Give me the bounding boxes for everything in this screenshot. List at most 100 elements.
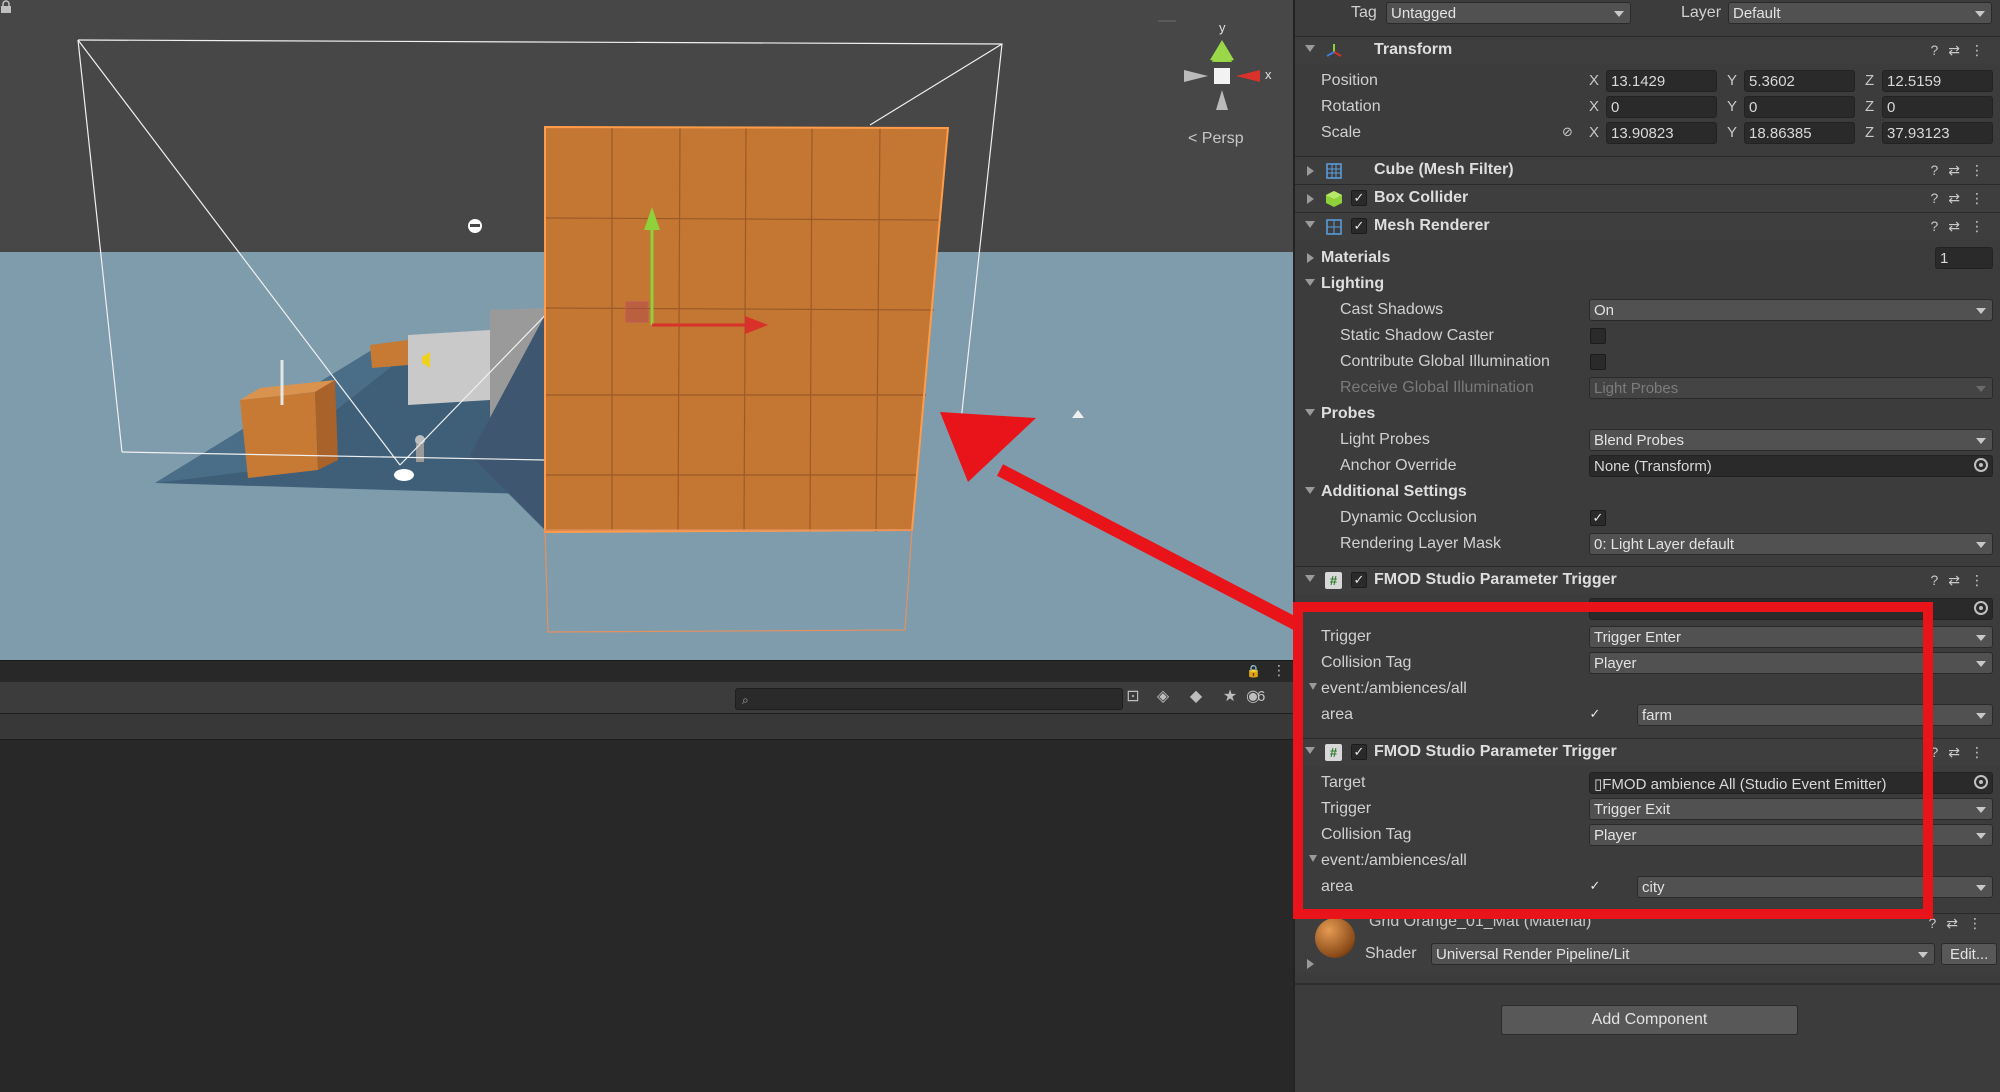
position-x-field[interactable]: 13.1429 — [1606, 70, 1717, 92]
rendering-layer-dropdown[interactable]: 0: Light Layer default — [1589, 533, 1993, 555]
fmod2-target-field[interactable]: ▯FMOD ambience All (Studio Event Emitter… — [1589, 772, 1993, 794]
panel-menu-icon[interactable]: ⋮ — [1272, 662, 1286, 679]
foldout-icon[interactable] — [1305, 45, 1315, 52]
foldout-icon[interactable] — [1307, 166, 1314, 176]
axis-x-label: X — [1589, 124, 1600, 141]
additional-settings-row[interactable]: Additional Settings — [1295, 479, 2000, 505]
fmod2-area-checkbox[interactable]: ✓ — [1587, 879, 1603, 895]
fmod-trigger-2-header[interactable]: # ✓ FMOD Studio Parameter Trigger ?⇄⋮ — [1295, 738, 2000, 766]
lighting-row[interactable]: Lighting — [1295, 271, 2000, 297]
tag-dropdown[interactable]: Untagged — [1386, 2, 1631, 24]
mesh-renderer-icon — [1326, 219, 1342, 235]
tag-layer-row: Tag Untagged Layer Default — [1295, 2, 2000, 28]
fmod-trigger-2-enabled-checkbox[interactable]: ✓ — [1351, 744, 1367, 760]
fmod1-area-dropdown[interactable]: farm — [1637, 704, 1993, 726]
shader-edit-button[interactable]: Edit... — [1941, 943, 1998, 965]
fmod1-event-row[interactable]: event:/ambiences/all — [1295, 676, 2000, 702]
fmod2-area-dropdown[interactable]: city — [1637, 876, 1993, 898]
contribute-gi-checkbox[interactable] — [1590, 354, 1606, 370]
fmod2-area-row: area ✓ city — [1295, 874, 2000, 900]
lock-icon[interactable] — [0, 0, 12, 14]
foldout-icon[interactable] — [1305, 575, 1315, 582]
mesh-filter-header[interactable]: Cube (Mesh Filter) ?⇄⋮ — [1295, 156, 2000, 184]
position-y-field[interactable]: 5.3602 — [1744, 70, 1855, 92]
search-input[interactable]: ⌕ — [735, 688, 1123, 710]
anchor-override-field[interactable]: None (Transform) — [1589, 455, 1993, 477]
gizmo-y-label: y — [1219, 20, 1226, 35]
layer-dropdown[interactable]: Default — [1728, 2, 1992, 24]
scene-view[interactable]: y x < Persp — [0, 0, 1293, 660]
fmod1-area-row: area ✓ farm — [1295, 702, 2000, 728]
chevron-down-icon — [1976, 542, 1986, 548]
position-z-field[interactable]: 12.5159 — [1882, 70, 1993, 92]
dynamic-occlusion-checkbox[interactable]: ✓ — [1590, 510, 1606, 526]
foldout-icon[interactable] — [1305, 279, 1315, 286]
mesh-grid-icon — [1326, 163, 1342, 179]
fmod1-trigger-dropdown[interactable]: Trigger Enter — [1589, 626, 1993, 648]
fmod2-trigger-dropdown[interactable]: Trigger Exit — [1589, 798, 1993, 820]
panel-lock-icon[interactable]: 🔒 — [1246, 664, 1261, 678]
object-picker-icon[interactable] — [1974, 601, 1988, 615]
scale-row: Scale ⊘ X 13.90823 Y 18.86385 Z 37.93123 — [1295, 120, 2000, 146]
rotation-y-field[interactable]: 0 — [1744, 96, 1855, 118]
box-collider-header[interactable]: ✓ Box Collider ?⇄⋮ — [1295, 184, 2000, 212]
foldout-icon[interactable] — [1305, 409, 1315, 416]
static-shadow-checkbox[interactable] — [1590, 328, 1606, 344]
foldout-icon[interactable] — [1305, 747, 1315, 754]
search-by-type-icon[interactable]: ⊡ — [1120, 686, 1146, 708]
scale-y-field[interactable]: 18.86385 — [1744, 122, 1855, 144]
foldout-icon[interactable] — [1307, 253, 1314, 263]
shader-dropdown[interactable]: Universal Render Pipeline/Lit — [1431, 943, 1935, 965]
scale-x-field[interactable]: 13.90823 — [1606, 122, 1717, 144]
panel-tab-bar — [0, 660, 1293, 682]
materials-row[interactable]: Materials 1 — [1295, 245, 2000, 271]
foldout-icon[interactable] — [1307, 194, 1314, 204]
fmod1-collision-tag-label: Collision Tag — [1321, 654, 1412, 671]
box-collider-enabled-checkbox[interactable]: ✓ — [1351, 190, 1367, 206]
fmod-trigger-1-header[interactable]: # ✓ FMOD Studio Parameter Trigger ?⇄⋮ — [1295, 566, 2000, 594]
add-component-button[interactable]: Add Component — [1501, 1005, 1798, 1035]
component-header-icons[interactable]: ?⇄⋮ — [1930, 42, 1994, 59]
fmod2-event-row[interactable]: event:/ambiences/all — [1295, 848, 2000, 874]
foldout-icon[interactable] — [1305, 221, 1315, 228]
fmod-trigger-1-enabled-checkbox[interactable]: ✓ — [1351, 572, 1367, 588]
component-header-icons[interactable]: ?⇄⋮ — [1930, 744, 1994, 761]
scale-z-field[interactable]: 37.93123 — [1882, 122, 1993, 144]
component-header-icons[interactable]: ?⇄⋮ — [1928, 915, 1992, 932]
cast-shadows-dropdown[interactable]: On — [1589, 299, 1993, 321]
component-header-icons[interactable]: ?⇄⋮ — [1930, 218, 1994, 235]
fmod2-collision-tag-dropdown[interactable]: Player — [1589, 824, 1993, 846]
filter-type-icon[interactable]: ◈ — [1150, 686, 1176, 708]
constrain-proportions-icon[interactable]: ⊘ — [1562, 124, 1573, 140]
filter-label-icon[interactable]: ◆ — [1183, 686, 1209, 708]
rotation-row: Rotation X 0 Y 0 Z 0 — [1295, 94, 2000, 120]
light-probes-dropdown[interactable]: Blend Probes — [1589, 429, 1993, 451]
foldout-icon[interactable] — [1307, 959, 1314, 969]
mesh-renderer-header[interactable]: ✓ Mesh Renderer ?⇄⋮ — [1295, 212, 2000, 240]
chevron-down-icon — [1918, 952, 1928, 958]
component-header-icons[interactable]: ?⇄⋮ — [1930, 190, 1994, 207]
fmod1-area-checkbox[interactable]: ✓ — [1587, 707, 1603, 723]
probes-row[interactable]: Probes — [1295, 401, 2000, 427]
object-picker-icon[interactable] — [1974, 775, 1988, 789]
rotation-z-field[interactable]: 0 — [1882, 96, 1993, 118]
object-picker-icon[interactable] — [1974, 458, 1988, 472]
component-header-icons[interactable]: ?⇄⋮ — [1930, 162, 1994, 179]
persp-label[interactable]: < Persp — [1188, 130, 1244, 148]
fmod1-target-field[interactable] — [1589, 598, 1993, 620]
cast-shadows-label: Cast Shadows — [1340, 301, 1444, 318]
transform-header[interactable]: Transform ?⇄⋮ — [1295, 36, 2000, 64]
foldout-icon[interactable] — [1309, 683, 1317, 690]
fmod1-target-row — [1295, 598, 2000, 624]
box-collider-icon — [1326, 191, 1342, 207]
mesh-renderer-enabled-checkbox[interactable]: ✓ — [1351, 218, 1367, 234]
rotation-x-field[interactable]: 0 — [1606, 96, 1717, 118]
foldout-icon[interactable] — [1309, 855, 1317, 862]
chevron-down-icon — [1975, 11, 1985, 17]
component-header-icons[interactable]: ?⇄⋮ — [1930, 572, 1994, 589]
project-panel: 🔒 ⋮ ⌕ ⊡ ◈ ◆ ★ ◉ 6 — [0, 660, 1293, 1092]
foldout-icon[interactable] — [1305, 487, 1315, 494]
fmod1-collision-tag-dropdown[interactable]: Player — [1589, 652, 1993, 674]
scene-render[interactable]: y x — [0, 0, 1293, 660]
materials-count-field[interactable]: 1 — [1935, 247, 1993, 269]
